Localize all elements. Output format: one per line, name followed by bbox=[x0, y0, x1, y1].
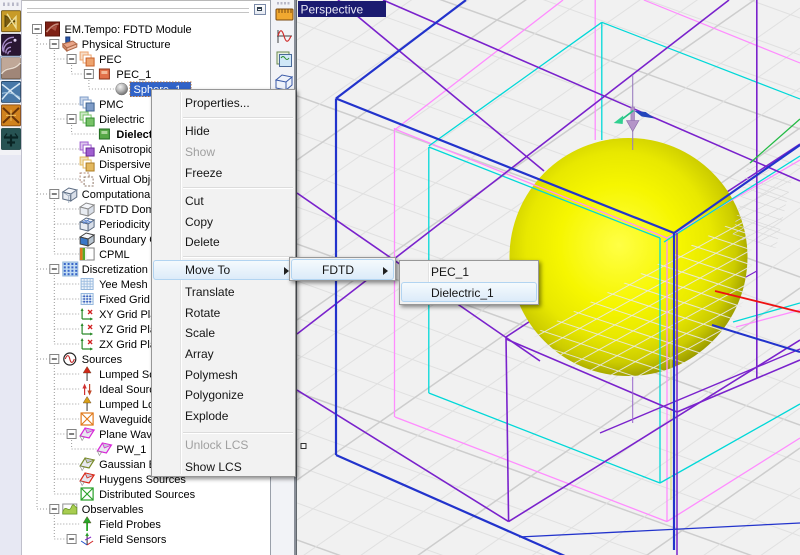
svg-text:Dielectric: Dielectric bbox=[99, 114, 145, 126]
svg-text:Dispersive: Dispersive bbox=[99, 159, 150, 171]
svg-text:Distributed Sources: Distributed Sources bbox=[99, 489, 195, 501]
svg-text:Observables: Observables bbox=[82, 504, 144, 516]
svg-text:Anisotropic: Anisotropic bbox=[99, 144, 154, 156]
svg-text:EM.Tempo: FDTD Module: EM.Tempo: FDTD Module bbox=[65, 24, 192, 36]
svg-text:Periodicity: Periodicity bbox=[99, 219, 150, 231]
svg-text:Sources: Sources bbox=[82, 354, 123, 366]
svg-text:Field Probes: Field Probes bbox=[99, 519, 161, 531]
svg-text:PEC: PEC bbox=[99, 54, 122, 66]
svg-text:PEC_1: PEC_1 bbox=[116, 69, 151, 81]
svg-text:Field Sensors: Field Sensors bbox=[99, 534, 167, 546]
svg-text:CPML: CPML bbox=[99, 249, 130, 261]
svg-text:Physical Structure: Physical Structure bbox=[82, 39, 171, 51]
svg-text:Yee Mesh: Yee Mesh bbox=[99, 279, 148, 291]
svg-text:Discretization: Discretization bbox=[82, 264, 148, 276]
svg-text:PMC: PMC bbox=[99, 99, 124, 111]
svg-text:PW_1: PW_1 bbox=[116, 444, 146, 456]
svg-text:Perspective: Perspective bbox=[301, 3, 364, 17]
